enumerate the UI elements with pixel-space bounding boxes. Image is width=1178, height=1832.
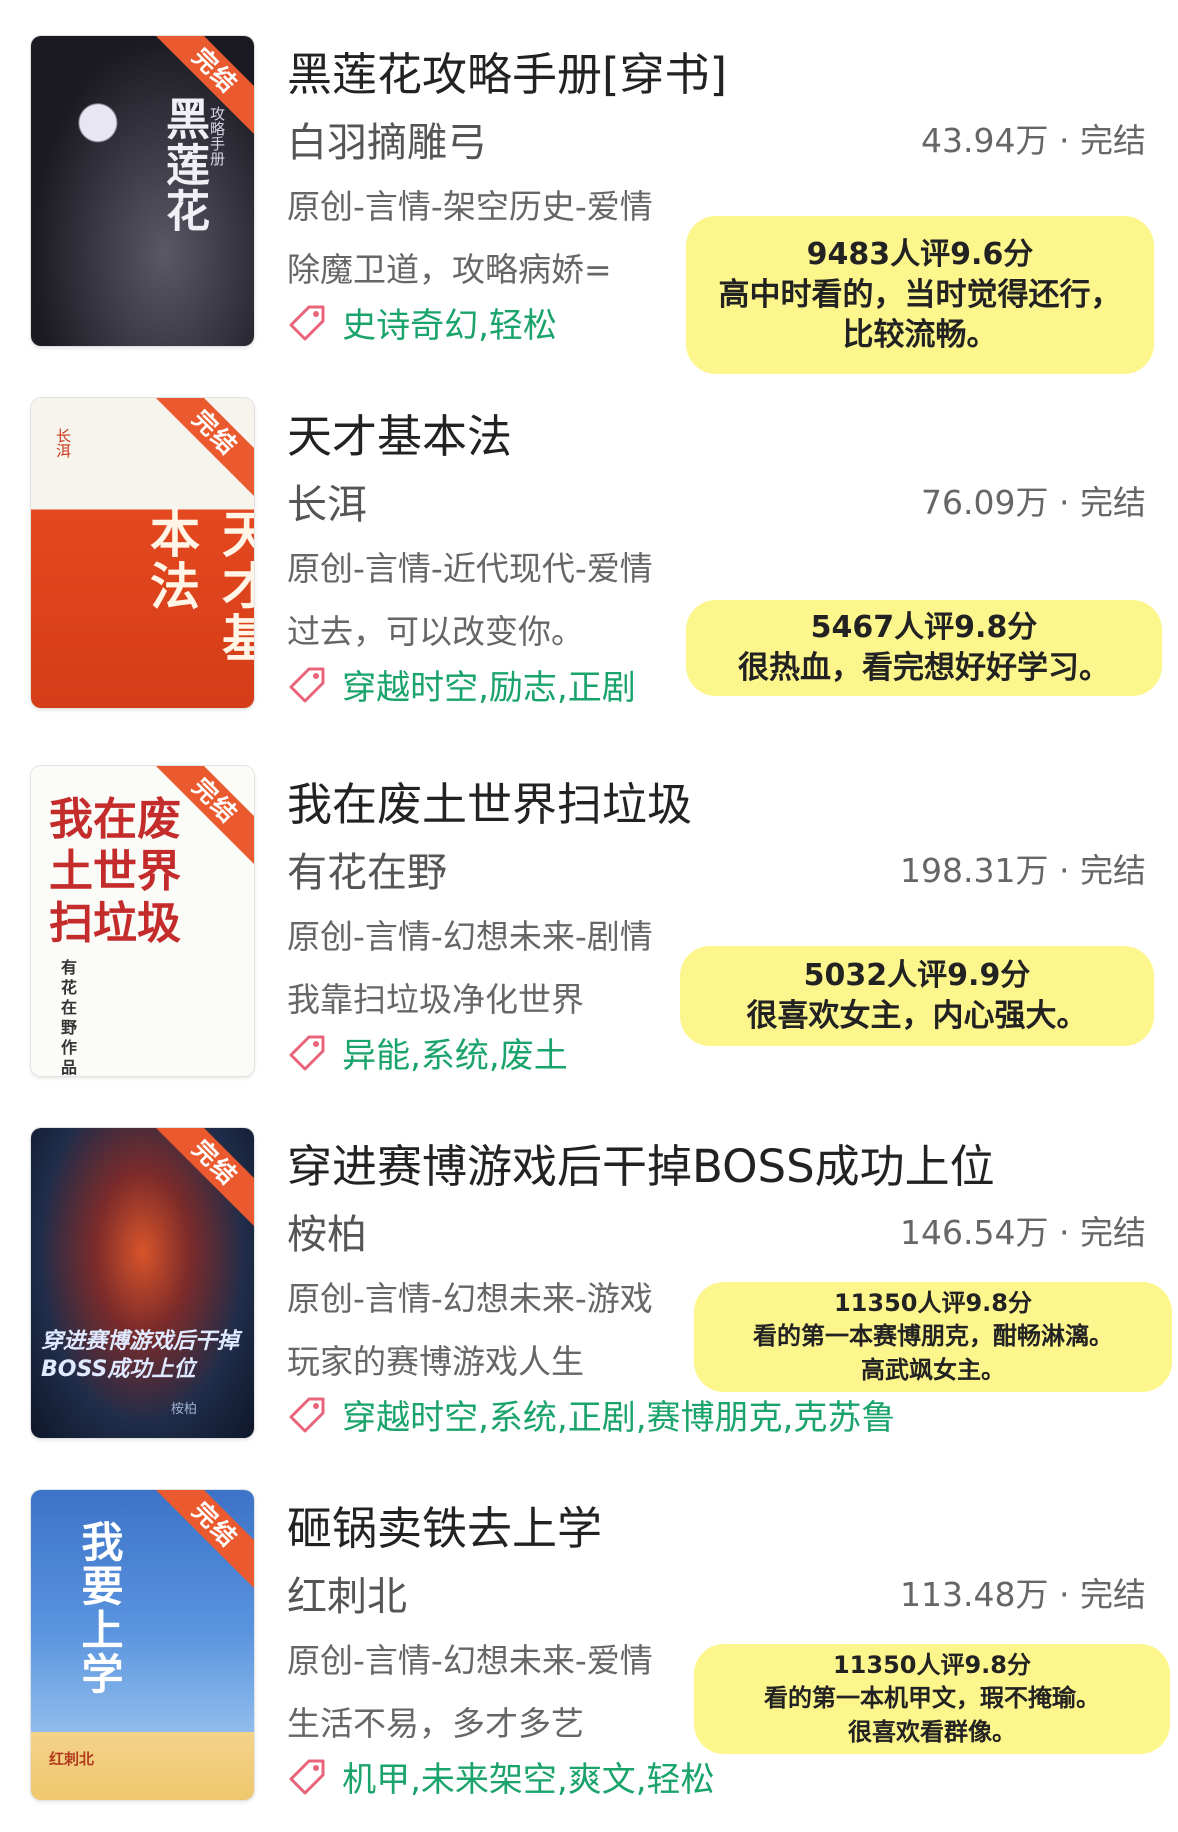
note-line: 看的第一本赛博朋克，酣畅淋漓。	[753, 1322, 1113, 1350]
status-text: 完结	[1080, 121, 1146, 160]
tags-row: 穿越时空,系统,正剧,赛博朋克,克苏鲁	[287, 1390, 895, 1440]
book-stats: 113.48万 · 完结	[900, 1575, 1146, 1614]
note-line: 高中时看的，当时觉得还行，	[718, 277, 1122, 313]
book-category: 原创-言情-幻想未来-游戏	[287, 1279, 653, 1318]
book-cover[interactable]: 天才基本法 长洱 完结	[31, 398, 254, 708]
book-cover[interactable]: 我要上学 红刺北 完结	[31, 1490, 254, 1800]
tag-icon	[289, 1035, 325, 1070]
status-text: 完结	[1080, 1575, 1146, 1614]
note-score: 9483人评9.6分	[806, 237, 1034, 272]
book-title[interactable]: 天才基本法	[287, 400, 512, 465]
note-score: 11350人评9.8分	[833, 1289, 1032, 1317]
book-category: 原创-言情-幻想未来-爱情	[287, 1641, 653, 1680]
review-note: 5467人评9.8分 很热血，看完想好好学习。	[686, 600, 1162, 696]
book-cover[interactable]: 黑莲花 攻略手册 完结	[31, 36, 254, 346]
book-stats: 146.54万 · 完结	[900, 1213, 1146, 1252]
book-title[interactable]: 黑莲花攻略手册[穿书]	[287, 38, 727, 103]
note-score: 5032人评9.9分	[803, 958, 1031, 993]
book-cover[interactable]: 穿进赛博游戏后干掉BOSS成功上位 桉柏 完结	[31, 1128, 254, 1438]
book-author[interactable]: 桉柏	[287, 1202, 367, 1260]
list-item[interactable]: 穿进赛博游戏后干掉BOSS成功上位 桉柏 完结 穿进赛博游戏后干掉BOSS成功上…	[0, 1122, 1178, 1442]
tag-icon	[289, 1397, 325, 1432]
word-count: 113.48万	[900, 1575, 1049, 1614]
note-score: 11350人评9.8分	[832, 1651, 1031, 1679]
tag-icon	[289, 1759, 325, 1794]
book-intro: 我靠扫垃圾净化世界	[287, 980, 584, 1019]
book-intro: 过去，可以改变你。	[287, 612, 584, 651]
book-author[interactable]: 红刺北	[287, 1564, 407, 1622]
review-note: 11350人评9.8分 看的第一本赛博朋克，酣畅淋漓。 高武飒女主。	[694, 1282, 1172, 1392]
word-count: 146.54万	[900, 1213, 1049, 1252]
note-line: 高武飒女主。	[861, 1356, 1005, 1384]
status-text: 完结	[1080, 483, 1146, 522]
note-line: 很热血，看完想好好学习。	[738, 650, 1110, 686]
note-score: 5467人评9.8分	[810, 610, 1038, 645]
list-item[interactable]: 我要上学 红刺北 完结 砸锅卖铁去上学 红刺北 113.48万 · 完结 原创-…	[0, 1484, 1178, 1804]
cover-title: 黑莲花	[158, 96, 209, 234]
book-intro: 玩家的赛博游戏人生	[287, 1342, 584, 1381]
word-count: 76.09万	[921, 483, 1049, 522]
tag-icon	[289, 667, 325, 702]
cover-subtitle: 桉柏	[171, 1402, 198, 1417]
word-count: 198.31万	[900, 851, 1049, 890]
cover-subtitle: 有花在野 作品	[61, 958, 78, 1076]
note-line: 比较流畅。	[842, 317, 998, 353]
book-author[interactable]: 长洱	[287, 472, 367, 530]
cover-subtitle: 红刺北	[49, 1750, 95, 1768]
book-tags[interactable]: 机甲,未来架空,爽文,轻松	[342, 1752, 714, 1801]
status-text: 完结	[1080, 851, 1146, 890]
review-note: 9483人评9.6分 高中时看的，当时觉得还行， 比较流畅。	[686, 216, 1154, 374]
book-tags[interactable]: 史诗奇幻,轻松	[342, 298, 557, 347]
cover-title: 穿进赛博游戏后干掉BOSS成功上位	[41, 1329, 240, 1382]
cover-subtitle: 攻略手册	[208, 106, 226, 166]
book-title[interactable]: 砸锅卖铁去上学	[287, 1492, 602, 1557]
book-tags[interactable]: 穿越时空,系统,正剧,赛博朋克,克苏鲁	[342, 1390, 895, 1439]
note-line: 很喜欢看群像。	[848, 1718, 1016, 1746]
cover-title: 我在废土世界扫垃圾	[49, 794, 181, 949]
book-intro: 除魔卫道，攻略病娇=	[287, 250, 612, 289]
book-stats: 43.94万 · 完结	[921, 121, 1146, 160]
word-count: 43.94万	[921, 121, 1049, 160]
note-line: 很喜欢女主，内心强大。	[746, 998, 1088, 1034]
tags-row: 异能,系统,废土	[287, 1028, 568, 1078]
book-author[interactable]: 白羽摘雕弓	[287, 110, 487, 168]
cover-title: 天才基本法	[142, 508, 254, 664]
status-text: 完结	[1080, 1213, 1146, 1252]
book-category: 原创-言情-近代现代-爱情	[287, 549, 653, 588]
book-title[interactable]: 我在废土世界扫垃圾	[287, 768, 692, 833]
book-stats: 198.31万 · 完结	[900, 851, 1146, 890]
book-title[interactable]: 穿进赛博游戏后干掉BOSS成功上位	[287, 1130, 995, 1195]
list-item[interactable]: 天才基本法 长洱 完结 天才基本法 长洱 76.09万 · 完结 原创-言情-近…	[0, 392, 1178, 712]
tags-row: 史诗奇幻,轻松	[287, 298, 557, 348]
tags-row: 机甲,未来架空,爽文,轻松	[287, 1752, 715, 1802]
list-item[interactable]: 黑莲花 攻略手册 完结 黑莲花攻略手册[穿书] 白羽摘雕弓 43.94万 · 完…	[0, 30, 1178, 374]
book-intro: 生活不易，多才多艺	[287, 1704, 584, 1743]
review-note: 11350人评9.8分 看的第一本机甲文，瑕不掩瑜。 很喜欢看群像。	[694, 1644, 1170, 1754]
review-note: 5032人评9.9分 很喜欢女主，内心强大。	[680, 946, 1154, 1046]
tags-row: 穿越时空,励志,正剧	[287, 660, 636, 710]
book-tags[interactable]: 穿越时空,励志,正剧	[342, 660, 636, 709]
book-category: 原创-言情-架空历史-爱情	[287, 187, 653, 226]
book-cover[interactable]: 我在废土世界扫垃圾 有花在野 作品 完结	[31, 766, 254, 1076]
book-author[interactable]: 有花在野	[287, 840, 447, 898]
book-category: 原创-言情-幻想未来-剧情	[287, 917, 653, 956]
tag-icon	[289, 305, 325, 340]
book-tags[interactable]: 异能,系统,废土	[342, 1028, 568, 1077]
book-list: 黑莲花 攻略手册 完结 黑莲花攻略手册[穿书] 白羽摘雕弓 43.94万 · 完…	[0, 0, 1178, 1832]
cover-subtitle: 长洱	[54, 428, 72, 458]
cover-title: 我要上学	[75, 1520, 124, 1696]
book-stats: 76.09万 · 完结	[921, 483, 1146, 522]
note-line: 看的第一本机甲文，瑕不掩瑜。	[764, 1684, 1100, 1712]
list-item[interactable]: 我在废土世界扫垃圾 有花在野 作品 完结 我在废土世界扫垃圾 有花在野 198.…	[0, 760, 1178, 1080]
